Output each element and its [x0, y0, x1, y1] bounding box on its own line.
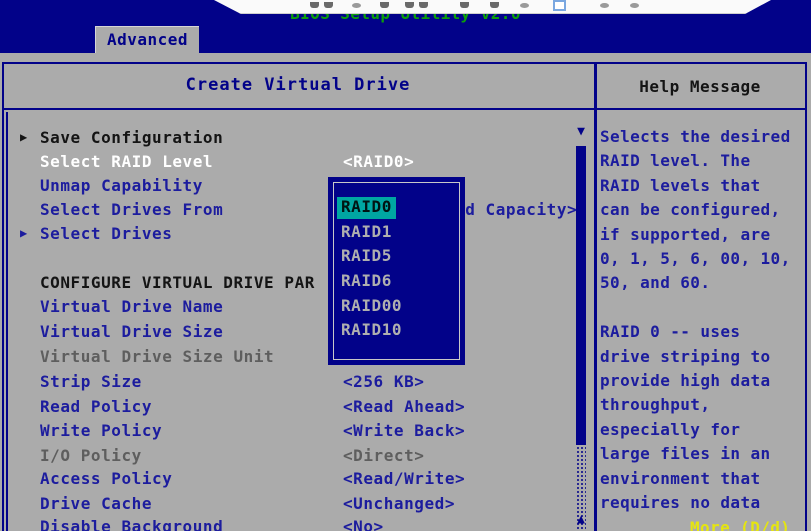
popup-option-raid1[interactable]: RAID1 [341, 222, 392, 244]
access-policy-value: <Read/Write> [343, 469, 465, 488]
menu-item-virtual-drive-size[interactable]: Virtual Drive Size [0, 322, 594, 344]
raid-level-value: <RAID0> [343, 152, 414, 171]
menu-item-disable-background[interactable]: Disable Background <No> [0, 517, 594, 531]
toolbar-button-icon[interactable] [419, 2, 428, 8]
submenu-arrow-icon: ▶ [20, 130, 28, 144]
toolbar-button-icon[interactable] [352, 3, 361, 8]
popup-option-raid5[interactable]: RAID5 [341, 246, 392, 268]
toolbar-button-icon[interactable] [380, 2, 389, 8]
menu-item-write-policy[interactable]: Write Policy <Write Back> [0, 421, 594, 443]
io-policy-value: <Direct> [343, 446, 424, 465]
toolbar-button-icon[interactable] [405, 2, 414, 8]
menu-item-io-policy: I/O Policy <Direct> [0, 446, 594, 468]
toolbar-button-icon[interactable] [324, 2, 333, 8]
toolbar-button-icon[interactable] [310, 2, 319, 8]
menu-item-unmap-capability[interactable]: Unmap Capability [0, 176, 594, 198]
read-policy-value: <Read Ahead> [343, 397, 465, 416]
menu-item-save-configuration[interactable]: ▶ Save Configuration [0, 128, 594, 150]
scroll-down-icon[interactable]: ▼ [574, 124, 588, 139]
menu-item-access-policy[interactable]: Access Policy <Read/Write> [0, 469, 594, 491]
drive-cache-value: <Unchanged> [343, 494, 455, 513]
menu-item-drive-cache[interactable]: Drive Cache <Unchanged> [0, 494, 594, 516]
toolbar-button-icon[interactable] [460, 2, 469, 8]
scroll-up-icon[interactable]: ▲ [574, 512, 588, 527]
page-title: Create Virtual Drive [4, 75, 592, 95]
popup-option-raid0[interactable]: RAID0 [337, 197, 396, 219]
menu-item-virtual-drive-name[interactable]: Virtual Drive Name [0, 297, 594, 319]
submenu-arrow-icon: ▶ [20, 226, 28, 240]
menu-item-read-policy[interactable]: Read Policy <Read Ahead> [0, 397, 594, 419]
tab-advanced[interactable]: Advanced [95, 26, 199, 53]
help-message-text: Selects the desired RAID level. The RAID… [600, 125, 804, 516]
help-more-hint: More (D/d) [690, 518, 790, 531]
toolbar-selection-icon[interactable] [553, 0, 566, 11]
menu-item-select-drives[interactable]: ▶ Select Drives [0, 224, 594, 246]
section-heading-configure-parameters: CONFIGURE VIRTUAL DRIVE PAR [0, 273, 594, 295]
toolbar-button-icon[interactable] [520, 3, 529, 8]
toolbar-button-icon[interactable] [630, 3, 639, 8]
panel-divider-line [594, 62, 597, 531]
menu-item-strip-size[interactable]: Strip Size <256 KB> [0, 372, 594, 394]
raid-level-popup: RAID0 RAID1 RAID5 RAID6 RAID00 RAID10 [328, 177, 465, 365]
popup-option-raid10[interactable]: RAID10 [341, 320, 402, 342]
popup-option-raid00[interactable]: RAID00 [341, 296, 402, 318]
header-divider-line [2, 108, 807, 110]
toolbar-button-icon[interactable] [490, 2, 499, 8]
menu-item-select-raid-level[interactable]: Select RAID Level <RAID0> [0, 152, 594, 174]
toolbar-button-icon[interactable] [600, 3, 609, 8]
console-toolbar [200, 0, 780, 14]
menu-item-select-drives-from[interactable]: Select Drives From <Unconfigured Capacit… [0, 200, 594, 222]
write-policy-value: <Write Back> [343, 421, 465, 440]
popup-option-raid6[interactable]: RAID6 [341, 271, 392, 293]
strip-size-value: <256 KB> [343, 372, 424, 391]
disable-background-value: <No> [343, 517, 384, 531]
menu-item-virtual-drive-size-unit: Virtual Drive Size Unit [0, 347, 594, 369]
help-panel-title: Help Message [597, 77, 803, 96]
scrollbar-thumb[interactable] [576, 146, 586, 445]
